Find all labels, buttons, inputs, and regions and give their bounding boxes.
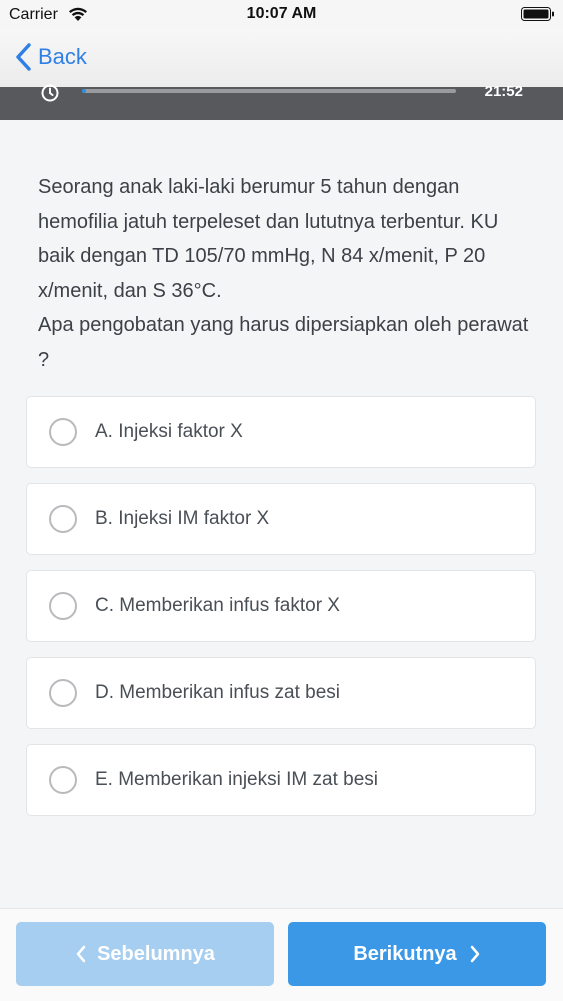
- timer-icon: [41, 84, 59, 102]
- answer-option-label: B. Injeksi IM faktor X: [95, 508, 270, 529]
- radio-circle-icon[interactable]: [49, 418, 77, 446]
- footer-navigation: Sebelumnya Berikutnya: [0, 908, 563, 1001]
- back-label: Back: [38, 44, 87, 69]
- battery-icon: [521, 7, 554, 21]
- answer-option-label: C. Memberikan infus faktor X: [95, 595, 340, 616]
- timer-progress-fill: [82, 89, 86, 93]
- radio-circle-icon[interactable]: [49, 679, 77, 707]
- previous-label: Sebelumnya: [97, 942, 215, 965]
- next-label: Berikutnya: [353, 942, 457, 965]
- answer-option-label: E. Memberikan injeksi IM zat besi: [95, 769, 378, 790]
- navigation-bar: Back: [0, 30, 563, 87]
- question-stem: Seorang anak laki-laki berumur 5 tahun d…: [38, 176, 499, 302]
- question-text: Seorang anak laki-laki berumur 5 tahun d…: [38, 170, 538, 377]
- timer-bar: 21:52: [0, 83, 563, 120]
- answer-option-b[interactable]: B. Injeksi IM faktor X: [26, 483, 536, 555]
- answer-option-a[interactable]: A. Injeksi faktor X: [26, 396, 536, 468]
- chevron-right-icon: [470, 945, 479, 963]
- timer-remaining: 21:52: [484, 83, 523, 100]
- radio-circle-icon[interactable]: [49, 505, 77, 533]
- previous-button[interactable]: Sebelumnya: [16, 922, 274, 986]
- question-prompt: Apa pengobatan yang harus dipersiapkan o…: [38, 314, 529, 371]
- next-button[interactable]: Berikutnya: [288, 922, 546, 986]
- status-time: 10:07 AM: [246, 5, 317, 22]
- answer-option-label: D. Memberikan infus zat besi: [95, 682, 340, 703]
- answer-option-d[interactable]: D. Memberikan infus zat besi: [26, 657, 536, 729]
- chevron-left-icon: [16, 43, 31, 71]
- answer-option-e[interactable]: E. Memberikan injeksi IM zat besi: [26, 744, 536, 816]
- back-button[interactable]: Back: [14, 40, 87, 74]
- timer-progress-track: [82, 89, 456, 93]
- radio-circle-icon[interactable]: [49, 766, 77, 794]
- chevron-left-icon: [76, 945, 86, 963]
- radio-circle-icon[interactable]: [49, 592, 77, 620]
- answer-option-label: A. Injeksi faktor X: [95, 421, 243, 442]
- status-bar: Carrier 10:07 AM: [0, 0, 563, 30]
- answer-option-c[interactable]: C. Memberikan infus faktor X: [26, 570, 536, 642]
